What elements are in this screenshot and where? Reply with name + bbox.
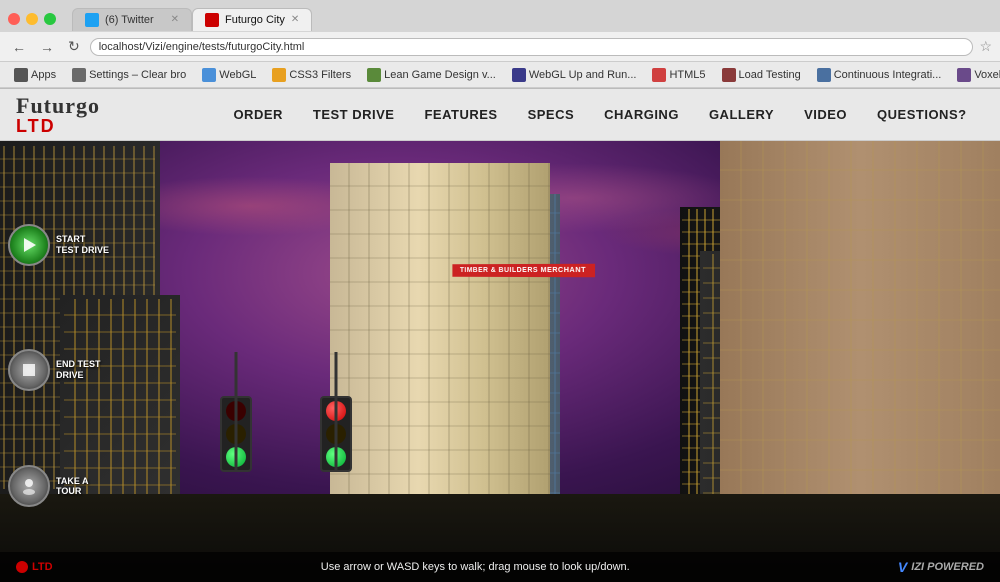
settings-icon bbox=[72, 68, 86, 82]
nav-charging[interactable]: CHARGING bbox=[590, 101, 693, 128]
maximize-button[interactable] bbox=[44, 13, 56, 25]
address-input[interactable] bbox=[90, 38, 974, 56]
browser-chrome: (6) Twitter ✕ Futurgo City ✕ ← → ↻ ☆ App… bbox=[0, 0, 1000, 89]
futurgo-favicon bbox=[205, 13, 219, 27]
bookmark-star-button[interactable]: ☆ bbox=[979, 38, 992, 55]
twitter-favicon bbox=[85, 13, 99, 27]
vizi-powered-text: IZI POWERED bbox=[911, 561, 984, 573]
tour-label: TAKE A TOUR bbox=[56, 476, 110, 498]
bookmark-continuous[interactable]: Continuous Integrati... bbox=[811, 67, 948, 83]
start-icon bbox=[8, 224, 50, 266]
tab-twitter-title: (6) Twitter bbox=[105, 14, 165, 26]
tab-futurgo[interactable]: Futurgo City ✕ bbox=[192, 8, 312, 31]
voxel-icon bbox=[957, 68, 971, 82]
logo-area: Futurgo LTD bbox=[0, 95, 200, 135]
bookmark-webglup-label: WebGL Up and Run... bbox=[529, 69, 637, 81]
continuous-icon bbox=[817, 68, 831, 82]
start-test-drive-button[interactable]: START TEST DRIVE bbox=[8, 224, 110, 266]
apps-icon bbox=[14, 68, 28, 82]
bottom-bar: LTD Use arrow or WASD keys to walk; drag… bbox=[0, 552, 1000, 582]
traffic-pole-1 bbox=[235, 352, 238, 472]
bookmark-voxel[interactable]: Voxel Rendering bbox=[951, 67, 1000, 83]
bookmark-voxel-label: Voxel Rendering bbox=[974, 69, 1000, 81]
lean-icon bbox=[367, 68, 381, 82]
nav-questions[interactable]: QUESTIONS? bbox=[863, 101, 981, 128]
nav-features[interactable]: FEATURES bbox=[410, 101, 511, 128]
vizi-v-letter: V bbox=[898, 559, 907, 575]
bookmark-settings-label: Settings – Clear bro bbox=[89, 69, 186, 81]
red-dot-icon bbox=[16, 561, 28, 573]
bottom-left-logo: LTD bbox=[16, 561, 53, 573]
bookmark-css3-label: CSS3 Filters bbox=[289, 69, 351, 81]
vizi-powered-badge: V IZI POWERED bbox=[898, 559, 984, 575]
tab-twitter-close[interactable]: ✕ bbox=[171, 14, 179, 25]
nav-specs[interactable]: SPECS bbox=[514, 101, 589, 128]
logo-ltd-text: LTD bbox=[16, 117, 184, 135]
nav-order[interactable]: ORDER bbox=[219, 101, 296, 128]
address-bar-row: ← → ↻ ☆ bbox=[0, 32, 1000, 62]
bookmark-html5[interactable]: HTML5 bbox=[646, 67, 711, 83]
start-label: START TEST DRIVE bbox=[56, 234, 110, 256]
forward-button[interactable]: → bbox=[36, 37, 58, 57]
bookmark-css3[interactable]: CSS3 Filters bbox=[266, 67, 357, 83]
bottom-hint-text: Use arrow or WASD keys to walk; drag mou… bbox=[53, 561, 898, 573]
bookmark-webgl[interactable]: WebGL bbox=[196, 67, 262, 83]
site-header: Futurgo LTD ORDER TEST DRIVE FEATURES SP… bbox=[0, 89, 1000, 141]
webglup-icon bbox=[512, 68, 526, 82]
website-content: Futurgo LTD ORDER TEST DRIVE FEATURES SP… bbox=[0, 89, 1000, 582]
end-test-drive-button[interactable]: END TEST DRIVE bbox=[8, 349, 110, 391]
traffic-pole-2 bbox=[335, 352, 338, 472]
title-bar: (6) Twitter ✕ Futurgo City ✕ bbox=[0, 0, 1000, 32]
nav-video[interactable]: VIDEO bbox=[790, 101, 861, 128]
traffic-light-2 bbox=[320, 396, 352, 472]
left-panel: START TEST DRIVE END TEST DRIVE TAKE bbox=[0, 193, 110, 582]
site-nav: ORDER TEST DRIVE FEATURES SPECS CHARGING… bbox=[200, 101, 1000, 128]
building-sign: TIMBER & BUILDERS MERCHANT bbox=[452, 264, 594, 277]
tab-futurgo-title: Futurgo City bbox=[225, 14, 285, 26]
bookmark-webglup[interactable]: WebGL Up and Run... bbox=[506, 67, 643, 83]
tab-futurgo-close[interactable]: ✕ bbox=[291, 14, 299, 25]
traffic-light-1 bbox=[220, 396, 252, 472]
minimize-button[interactable] bbox=[26, 13, 38, 25]
tab-twitter[interactable]: (6) Twitter ✕ bbox=[72, 8, 192, 31]
take-a-tour-button[interactable]: TAKE A TOUR bbox=[8, 465, 110, 507]
html5-icon bbox=[652, 68, 666, 82]
bookmark-lean[interactable]: Lean Game Design v... bbox=[361, 67, 502, 83]
3d-scene[interactable]: TIMBER & BUILDERS MERCHANT bbox=[0, 141, 1000, 582]
webgl-icon bbox=[202, 68, 216, 82]
refresh-button[interactable]: ↻ bbox=[64, 36, 84, 57]
nav-test-drive[interactable]: TEST DRIVE bbox=[299, 101, 409, 128]
window-controls bbox=[8, 13, 56, 25]
bookmark-settings[interactable]: Settings – Clear bro bbox=[66, 67, 192, 83]
bookmark-lean-label: Lean Game Design v... bbox=[384, 69, 496, 81]
bookmark-apps[interactable]: Apps bbox=[8, 67, 62, 83]
bookmark-webgl-label: WebGL bbox=[219, 69, 256, 81]
nav-gallery[interactable]: GALLERY bbox=[695, 101, 788, 128]
bookmark-continuous-label: Continuous Integrati... bbox=[834, 69, 942, 81]
tour-icon bbox=[8, 465, 50, 507]
css3-icon bbox=[272, 68, 286, 82]
bookmark-html5-label: HTML5 bbox=[669, 69, 705, 81]
bottom-ltd-label: LTD bbox=[32, 561, 53, 573]
close-button[interactable] bbox=[8, 13, 20, 25]
bookmarks-bar: Apps Settings – Clear bro WebGL CSS3 Fil… bbox=[0, 62, 1000, 88]
logo-futurgo-text: Futurgo bbox=[16, 95, 184, 117]
bookmark-load[interactable]: Load Testing bbox=[716, 67, 807, 83]
tabs-row: (6) Twitter ✕ Futurgo City ✕ bbox=[72, 8, 312, 31]
end-label: END TEST DRIVE bbox=[56, 359, 110, 381]
bookmark-load-label: Load Testing bbox=[739, 69, 801, 81]
load-icon bbox=[722, 68, 736, 82]
bookmark-apps-label: Apps bbox=[31, 69, 56, 81]
back-button[interactable]: ← bbox=[8, 37, 30, 57]
end-icon bbox=[8, 349, 50, 391]
